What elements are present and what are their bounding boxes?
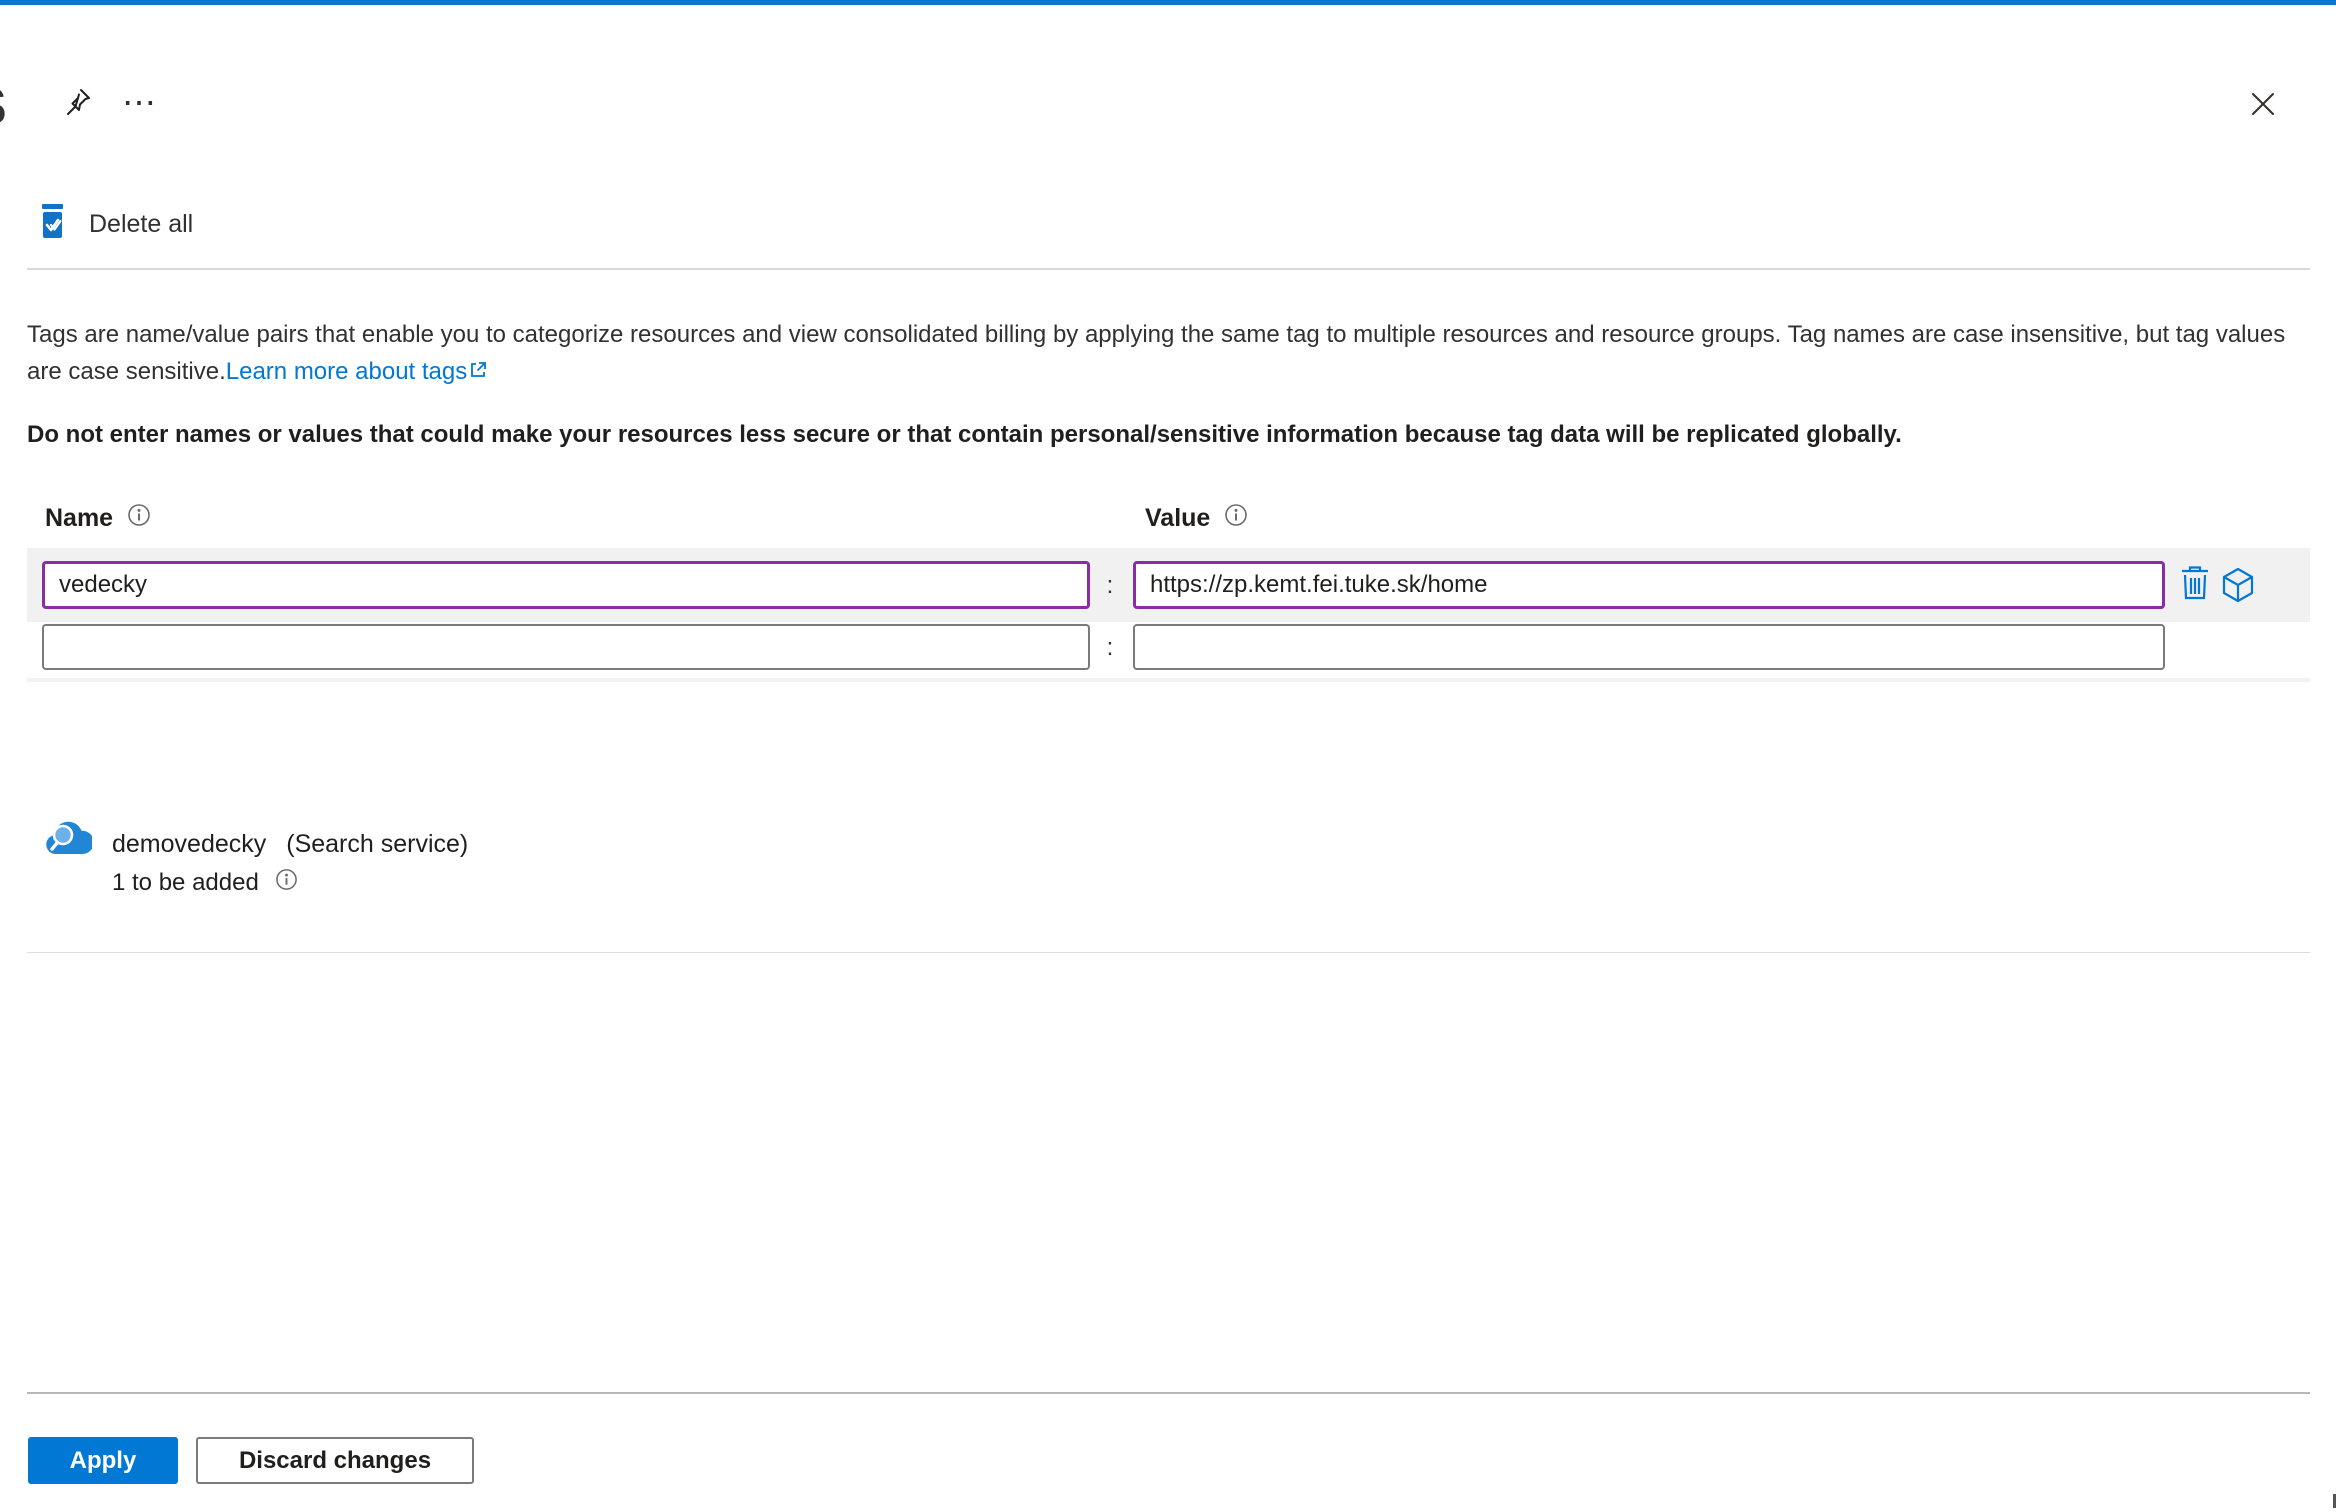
pushpin-icon <box>60 85 94 122</box>
tag-name-input-1[interactable] <box>42 561 1090 609</box>
delete-all-icon <box>38 203 67 246</box>
view-resources-button[interactable] <box>2218 566 2258 606</box>
top-accent-bar <box>0 0 2336 5</box>
external-link-icon <box>468 353 487 390</box>
resource-divider <box>27 952 2310 953</box>
delete-tag-button[interactable] <box>2176 564 2214 604</box>
learn-more-link[interactable]: Learn more about tags <box>226 358 468 385</box>
resource-type: (Search service) <box>286 830 469 858</box>
more-actions-icon: ⋯ <box>122 84 158 122</box>
blade-title-partial: S <box>0 78 17 136</box>
status-info-icon[interactable] <box>275 868 298 898</box>
resource-cube-icon <box>2220 567 2256 607</box>
toolbar-divider <box>27 268 2310 270</box>
tags-warning: Do not enter names or values that could … <box>27 421 1902 448</box>
name-info-icon[interactable] <box>127 503 151 534</box>
value-info-icon[interactable] <box>1224 503 1248 534</box>
more-actions-button[interactable]: ⋯ <box>118 82 162 124</box>
tag-separator-2: : <box>1106 634 1114 661</box>
value-column-header: Value <box>1145 503 1248 534</box>
delete-all-label: Delete all <box>89 209 194 238</box>
resource-name: demovedecky <box>112 830 267 858</box>
resource-row: demovedecky (Search service) <box>112 830 468 859</box>
discard-changes-button[interactable]: Discard changes <box>196 1437 474 1484</box>
tag-value-input-1[interactable] <box>1133 561 2165 609</box>
table-bottom-divider <box>27 678 2310 682</box>
name-column-header: Name <box>45 503 151 534</box>
delete-all-button[interactable]: Delete all <box>38 202 193 246</box>
close-icon <box>2248 89 2278 122</box>
delete-tag-icon <box>2179 565 2211 604</box>
tag-separator-1: : <box>1106 572 1114 599</box>
pin-button[interactable] <box>56 82 98 124</box>
tag-value-input-2[interactable] <box>1133 624 2165 670</box>
tag-name-input-2[interactable] <box>42 624 1090 670</box>
close-button[interactable] <box>2240 82 2286 128</box>
tags-description: Tags are name/value pairs that enable yo… <box>27 316 2321 390</box>
resource-status: 1 to be added <box>112 868 298 898</box>
apply-button[interactable]: Apply <box>28 1437 178 1484</box>
search-service-icon <box>44 818 94 862</box>
resource-status-label: 1 to be added <box>112 869 259 896</box>
footer-divider <box>27 1392 2310 1394</box>
